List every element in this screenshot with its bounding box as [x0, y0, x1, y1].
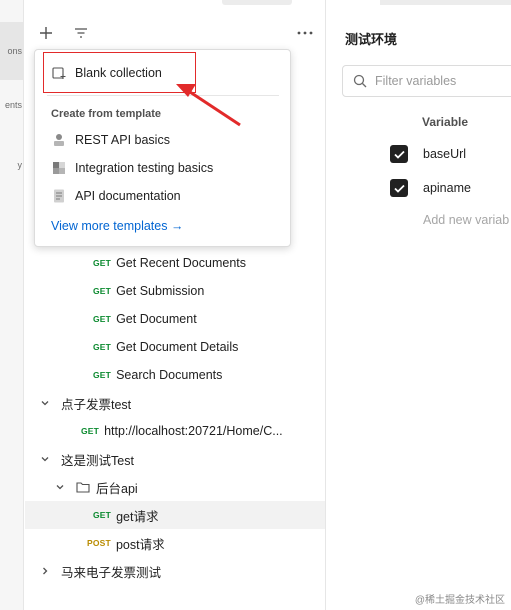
method-badge: GET — [81, 426, 100, 436]
method-badge: GET — [93, 314, 112, 324]
folder-item[interactable]: 后台api — [25, 473, 325, 501]
method-badge: GET — [93, 258, 112, 268]
tab-strip — [222, 0, 292, 5]
method-badge: GET — [93, 286, 112, 296]
request-label: http://localhost:20721/Home/C... — [104, 424, 283, 438]
menu-divider — [47, 95, 279, 96]
watermark: @稀土掘金技术社区 — [414, 595, 505, 606]
collection-item[interactable]: 这是测试Test — [25, 445, 325, 473]
checkmark-icon — [393, 184, 405, 193]
method-badge: GET — [93, 370, 112, 380]
template-item-api-documentation[interactable]: API documentation — [35, 183, 290, 209]
annotation-highlight-box — [43, 52, 196, 93]
request-item[interactable]: GET Get Submission — [25, 277, 325, 305]
variable-row: baseUrl — [390, 143, 466, 165]
collection-item[interactable]: 马来电子发票测试 — [25, 557, 325, 585]
plus-icon — [40, 27, 52, 39]
chevron-right-icon[interactable] — [37, 563, 53, 579]
variable-name[interactable]: baseUrl — [423, 147, 466, 161]
filter-variables-box[interactable] — [342, 65, 511, 97]
view-more-templates-link[interactable]: View more templates → — [51, 219, 183, 233]
rail-item-environments[interactable]: ents — [0, 100, 24, 110]
request-item[interactable]: GET Search Documents — [25, 361, 325, 389]
more-icon — [297, 31, 313, 35]
filter-icon — [75, 28, 87, 38]
rail-item-history[interactable]: y — [0, 160, 24, 170]
request-label: Search Documents — [116, 368, 223, 382]
request-label: get请求 — [116, 509, 159, 524]
checkmark-icon — [393, 150, 405, 159]
request-label: Get Submission — [116, 284, 205, 298]
environment-title: 测试环境 — [345, 32, 398, 47]
request-item-selected[interactable]: GET get请求 — [25, 501, 325, 529]
sidebar-toolbar — [25, 18, 325, 48]
variable-column-header: Variable — [422, 115, 469, 129]
folder-label: 后台api — [96, 481, 138, 496]
new-button[interactable] — [35, 22, 57, 44]
tab-strip — [380, 0, 511, 5]
request-label: post请求 — [115, 537, 165, 552]
method-badge: GET — [93, 342, 112, 352]
collection-label: 这是测试Test — [61, 453, 134, 468]
request-label: Get Recent Documents — [116, 256, 246, 270]
rest-api-icon — [51, 132, 67, 148]
chevron-down-icon[interactable] — [37, 395, 53, 411]
collection-label: 马来电子发票测试 — [61, 565, 162, 580]
request-item[interactable]: POST post请求 — [25, 529, 325, 557]
template-label: API documentation — [75, 189, 181, 203]
template-label: REST API basics — [75, 133, 170, 147]
integration-testing-icon — [51, 160, 67, 176]
variable-name[interactable]: apiname — [423, 181, 471, 195]
request-item[interactable]: GET Get Document — [25, 305, 325, 333]
template-heading: Create from template — [51, 108, 162, 120]
chevron-down-icon[interactable] — [37, 451, 53, 467]
filter-variables-input[interactable] — [375, 74, 505, 88]
variable-checkbox[interactable] — [390, 179, 408, 197]
rail-item-collections[interactable]: ons — [0, 22, 24, 80]
template-label: Integration testing basics — [75, 161, 214, 175]
request-item[interactable]: GET Get Recent Documents — [25, 249, 325, 277]
request-label: Get Document Details — [116, 340, 239, 354]
sort-filter-button[interactable] — [70, 22, 92, 44]
search-icon — [353, 74, 367, 88]
request-item[interactable]: GET http://localhost:20721/Home/C... — [25, 417, 325, 445]
collection-item[interactable]: 点子发票test — [25, 389, 325, 417]
request-label: Get Document — [116, 312, 197, 326]
template-item-rest-api[interactable]: REST API basics — [35, 127, 290, 153]
folder-icon — [76, 481, 90, 493]
add-new-variable-input[interactable]: Add new variab — [423, 213, 509, 227]
collection-label: 点子发票test — [61, 397, 132, 412]
variable-row: apiname — [390, 177, 471, 199]
method-badge: POST — [87, 538, 111, 548]
method-badge: GET — [93, 510, 112, 520]
request-item[interactable]: GET Get Document Details — [25, 333, 325, 361]
chevron-down-icon[interactable] — [52, 479, 68, 495]
left-rail: ons ents y — [0, 0, 24, 610]
panel-divider — [325, 0, 326, 610]
template-item-integration-testing[interactable]: Integration testing basics — [35, 155, 290, 181]
variable-checkbox[interactable] — [390, 145, 408, 163]
more-options-button[interactable] — [294, 22, 316, 44]
documentation-icon — [51, 188, 67, 204]
